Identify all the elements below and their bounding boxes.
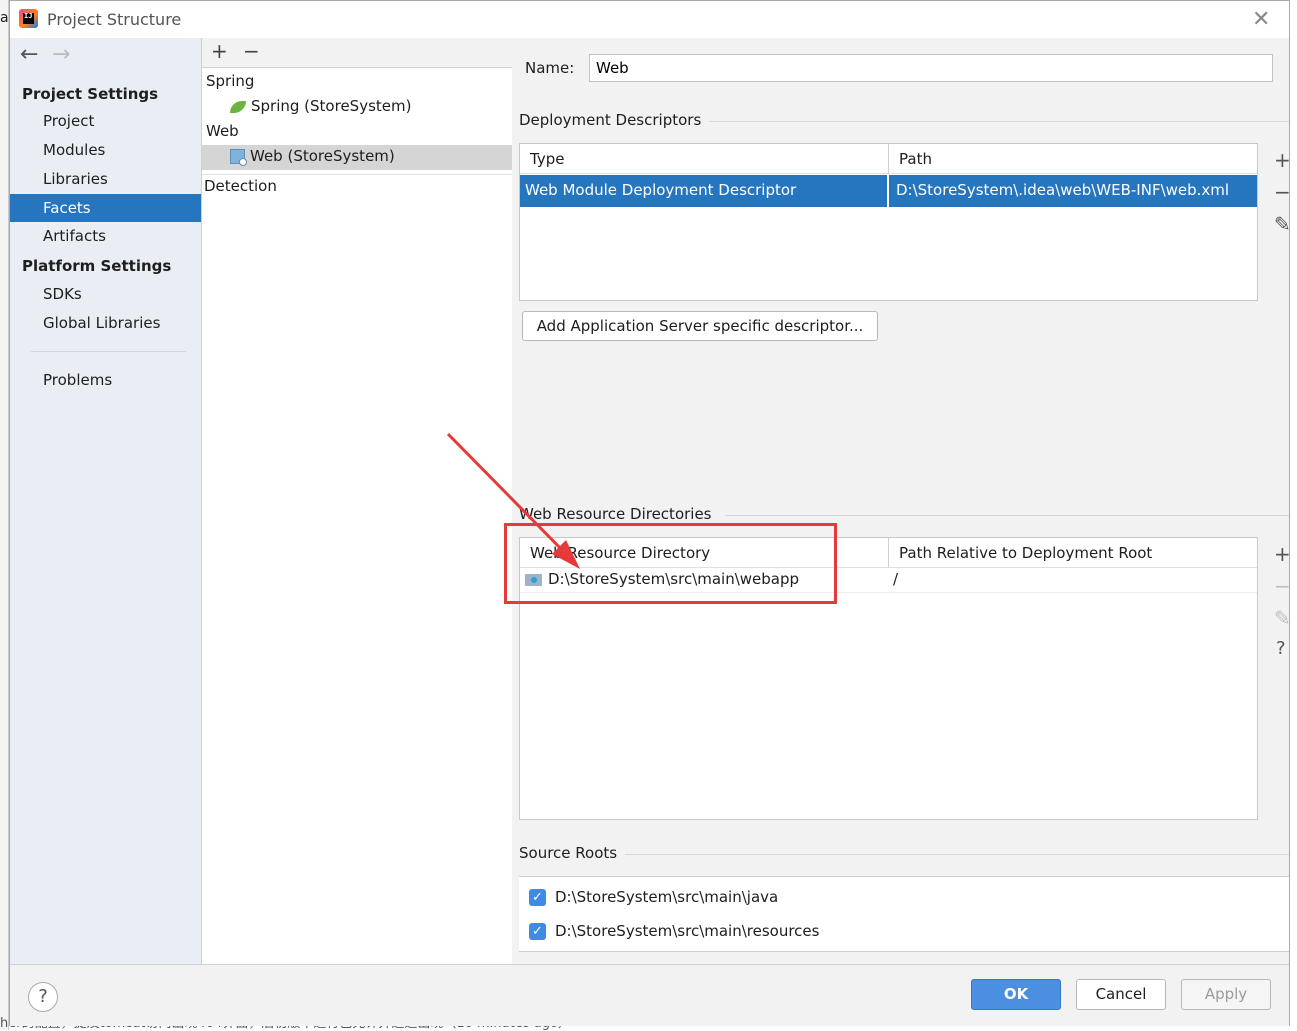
background-window-edge — [0, 0, 9, 1030]
arrow-shaft — [446, 432, 570, 558]
annotation-arrow-icon — [446, 432, 580, 569]
project-structure-dialog: IJ Project Structure ✕ ← → Project Setti… — [9, 0, 1291, 1026]
